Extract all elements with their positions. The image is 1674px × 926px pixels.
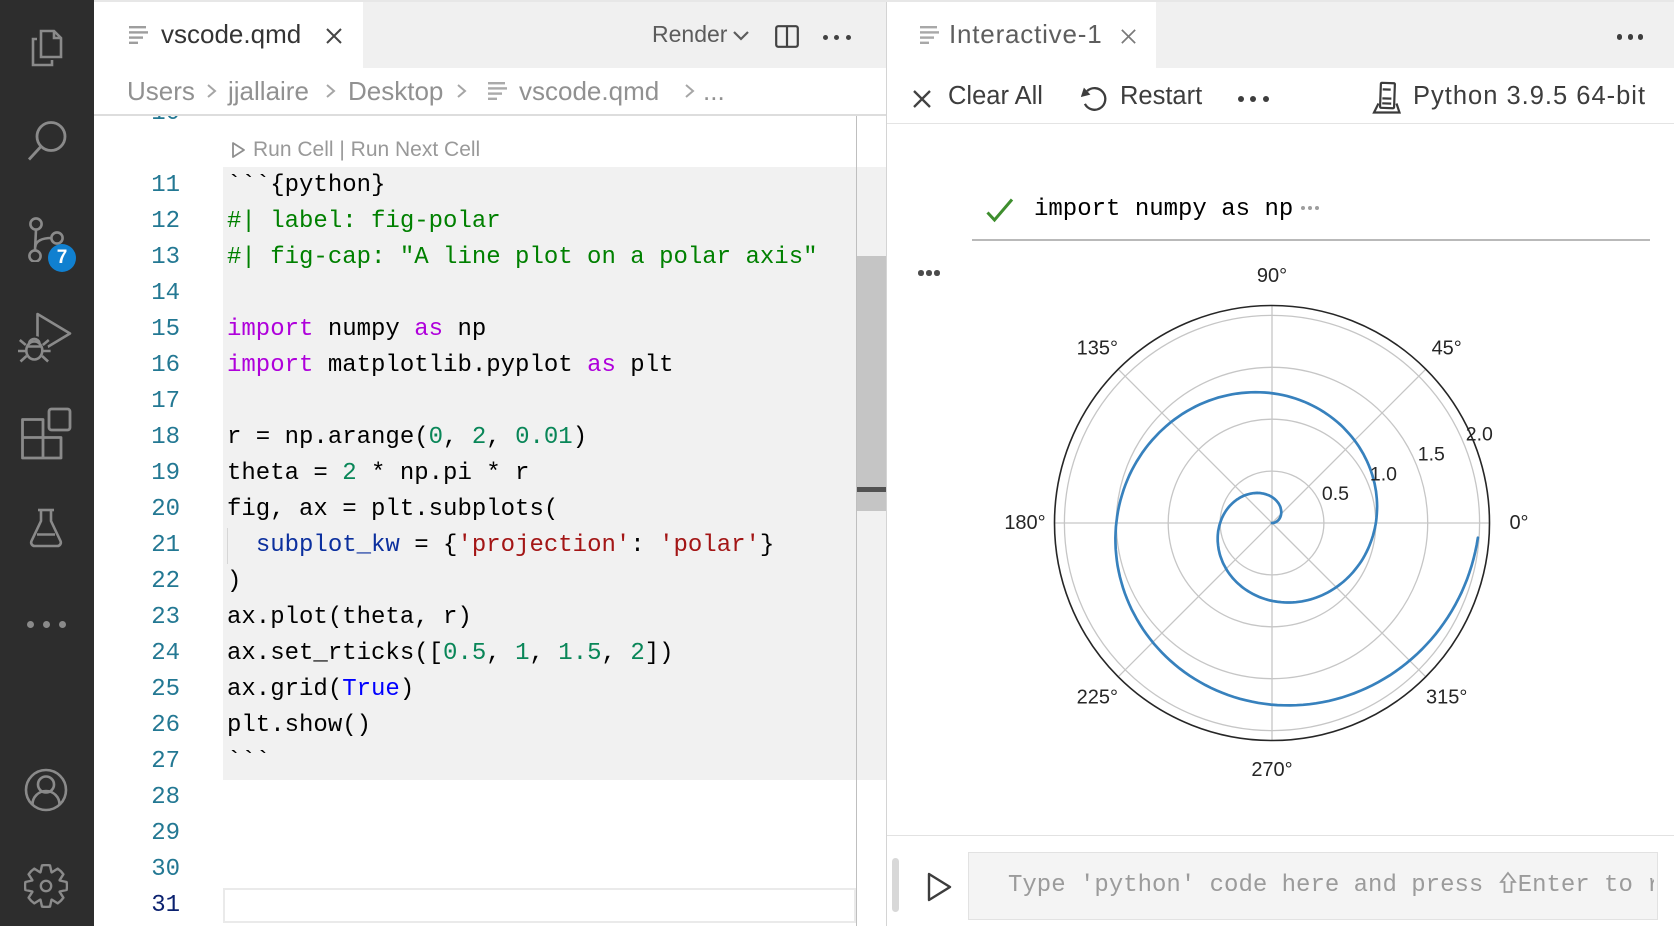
svg-text:90°: 90° — [1257, 265, 1287, 287]
svg-text:45°: 45° — [1432, 337, 1462, 359]
svg-text:0°: 0° — [1509, 512, 1528, 534]
svg-text:2.0: 2.0 — [1466, 424, 1493, 446]
svg-text:270°: 270° — [1251, 759, 1292, 781]
svg-text:180°: 180° — [1004, 512, 1045, 534]
svg-text:225°: 225° — [1077, 687, 1118, 709]
svg-text:0.5: 0.5 — [1322, 483, 1349, 505]
svg-text:1.5: 1.5 — [1418, 443, 1445, 465]
svg-text:1.0: 1.0 — [1370, 463, 1397, 485]
svg-text:135°: 135° — [1077, 337, 1118, 359]
svg-text:315°: 315° — [1426, 687, 1467, 709]
